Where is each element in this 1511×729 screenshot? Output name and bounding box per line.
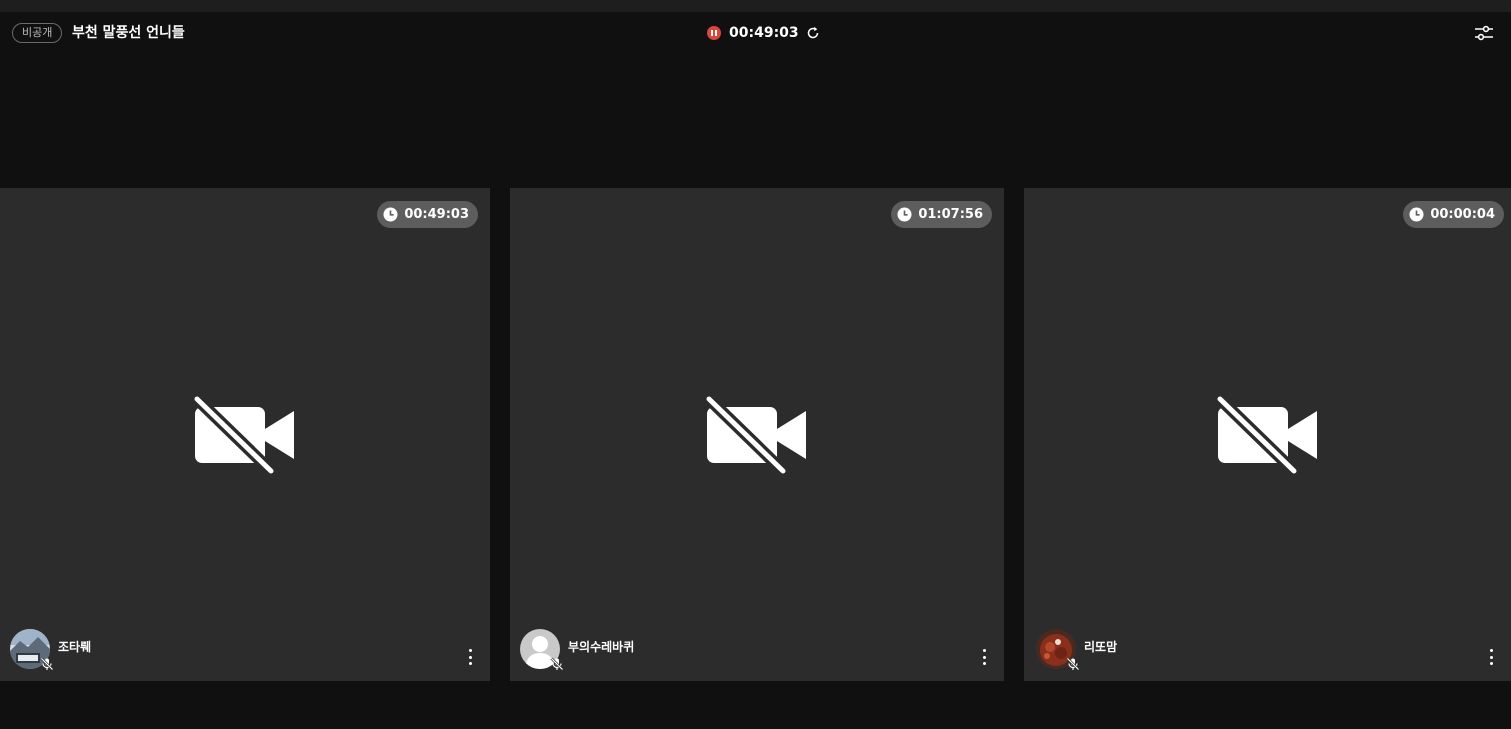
participant-info: 부의수레바퀴 bbox=[520, 629, 635, 671]
clock-icon bbox=[897, 207, 912, 222]
participant-name: 리또맘 bbox=[1084, 639, 1118, 654]
mic-muted-icon bbox=[1066, 657, 1080, 671]
participant-tile[interactable]: 00:00:04 리또맘 bbox=[1024, 188, 1511, 681]
camera-off-icon bbox=[705, 394, 806, 475]
elapsed-time: 01:07:56 bbox=[918, 207, 983, 222]
recording-timer: 00:49:03 bbox=[729, 25, 799, 41]
camera-off-icon bbox=[1215, 394, 1317, 475]
avatar bbox=[520, 629, 564, 671]
room-header: 비공개 부천 말풍선 언니들 00:49:03 bbox=[0, 12, 1511, 52]
participant-info: 조타뤠 bbox=[10, 629, 92, 671]
clock-icon bbox=[1409, 207, 1424, 222]
mic-muted-icon bbox=[550, 657, 564, 671]
room-title: 부천 말풍선 언니들 bbox=[72, 25, 185, 41]
camera-off-icon bbox=[193, 394, 294, 475]
elapsed-time-badge: 00:49:03 bbox=[377, 201, 478, 228]
elapsed-time: 00:00:04 bbox=[1430, 207, 1495, 222]
more-options-icon[interactable] bbox=[1487, 649, 1495, 665]
participant-name: 조타뤠 bbox=[58, 639, 92, 654]
more-options-icon[interactable] bbox=[980, 649, 988, 665]
elapsed-time-badge: 00:00:04 bbox=[1403, 201, 1504, 228]
avatar bbox=[10, 629, 54, 671]
clock-icon bbox=[383, 207, 398, 222]
settings-sliders-icon[interactable] bbox=[1472, 22, 1496, 44]
mic-muted-icon bbox=[40, 657, 54, 671]
recording-status: 00:49:03 bbox=[707, 23, 820, 43]
participant-name: 부의수레바퀴 bbox=[568, 639, 635, 654]
window-top-strip bbox=[0, 0, 1511, 12]
participant-tile[interactable]: 01:07:56 부의수레바퀴 bbox=[510, 188, 1004, 681]
elapsed-time-badge: 01:07:56 bbox=[891, 201, 992, 228]
elapsed-time: 00:49:03 bbox=[404, 207, 469, 222]
avatar bbox=[1036, 629, 1080, 671]
participant-tile[interactable]: 00:49:03 조타뤠 bbox=[0, 188, 490, 681]
privacy-badge: 비공개 bbox=[12, 23, 63, 43]
refresh-icon[interactable] bbox=[806, 26, 820, 40]
record-pause-icon[interactable] bbox=[707, 26, 721, 40]
participant-info: 리또맘 bbox=[1036, 629, 1118, 671]
more-options-icon[interactable] bbox=[466, 649, 474, 665]
